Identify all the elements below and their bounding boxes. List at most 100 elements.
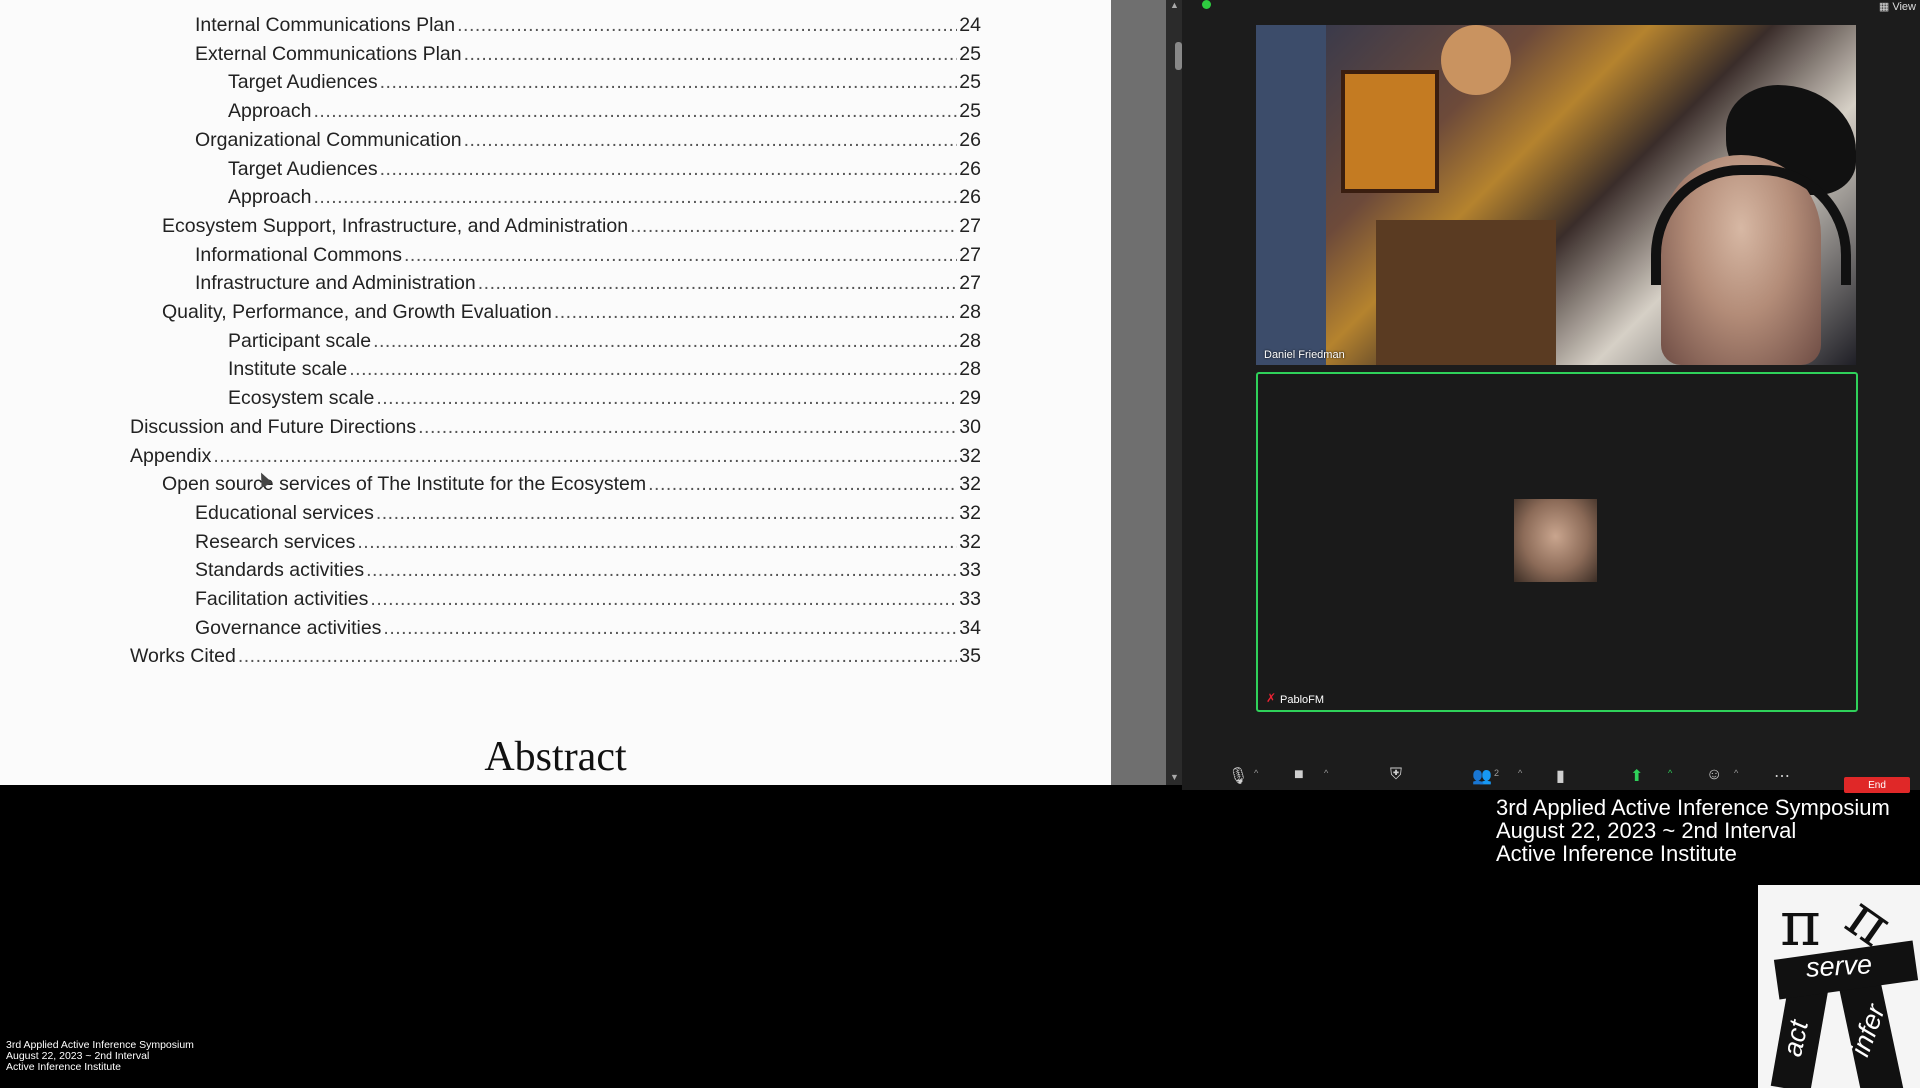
toc-dot-leader	[380, 71, 958, 94]
toc-entry-title: Ecosystem Support, Infrastructure, and A…	[162, 214, 629, 237]
toc-entry-title: Ecosystem scale	[228, 387, 375, 410]
toc-dot-leader	[349, 358, 957, 381]
toc-entry-page: 24	[959, 14, 981, 36]
toc-entry-page: 25	[959, 42, 981, 65]
poll-chart-icon[interactable]: ▮	[1556, 766, 1565, 786]
toc-entry[interactable]: Facilitation activities 33	[195, 588, 981, 616]
camera-icon[interactable]: ■	[1294, 766, 1304, 784]
toc-entry-page: 25	[959, 100, 981, 123]
chevron-up-icon[interactable]: ^	[1518, 768, 1522, 778]
video-tile-active[interactable]: ✗ PabloFM	[1256, 372, 1858, 712]
toc-entry[interactable]: Approach 25	[228, 100, 981, 128]
toc-entry[interactable]: Target Audiences 25	[228, 71, 981, 99]
participant-avatar	[1514, 499, 1597, 582]
share-screen-icon[interactable]: ⬆	[1630, 766, 1643, 786]
toc-entry[interactable]: External Communications Plan 25	[195, 43, 981, 71]
toc-entry-title: Internal Communications Plan	[195, 14, 456, 36]
toc-entry[interactable]: Approach 26	[228, 186, 981, 214]
chevron-up-icon[interactable]: ^	[1324, 768, 1328, 778]
toc-entry-page: 25	[959, 71, 981, 94]
grid-icon: ▦	[1878, 1, 1890, 13]
toc-entry-page: 33	[959, 559, 981, 582]
chevron-up-icon[interactable]: ^	[1254, 768, 1258, 778]
toc-entry-title: Informational Commons	[195, 243, 402, 266]
toc-entry[interactable]: Organizational Communication 26	[195, 129, 981, 157]
more-options-icon[interactable]: ⋯	[1774, 766, 1790, 786]
toc-entry-title: Participant scale	[228, 329, 372, 352]
toc-entry-title: Appendix	[130, 444, 212, 467]
toc-entry[interactable]: Research services 32	[195, 531, 981, 559]
toc-entry[interactable]: Discussion and Future Directions 30	[130, 416, 981, 444]
caption-line-1: 3rd Applied Active Inference Symposium	[1496, 795, 1890, 820]
toc-entry-title: Infrastructure and Administration	[195, 272, 476, 295]
toc-entry[interactable]: Participant scale 28	[228, 330, 981, 358]
toc-entry[interactable]: Informational Commons 27	[195, 244, 981, 272]
chevron-up-icon[interactable]: ^	[1668, 768, 1672, 778]
toc-entry[interactable]: Educational services 32	[195, 502, 981, 530]
view-button[interactable]: ▦ View	[1879, 0, 1916, 13]
toc-dot-leader	[373, 330, 957, 353]
security-shield-icon[interactable]: ⛨	[1390, 766, 1402, 784]
reactions-icon[interactable]: ☺	[1706, 766, 1722, 784]
video-tile-speaker[interactable]: Daniel Friedman	[1256, 25, 1856, 365]
toc-entry-page: 32	[959, 444, 981, 467]
toc-entry-title: Works Cited	[130, 645, 236, 668]
vertical-scrollbar[interactable]	[1166, 0, 1182, 785]
video-call-panel: ▦ View Daniel Friedman ✗ PabloFM 🎙 ^ ■ ^…	[1182, 0, 1920, 793]
toc-dot-leader	[383, 617, 957, 640]
toc-entry[interactable]: Quality, Performance, and Growth Evaluat…	[162, 301, 981, 329]
toc-entry-title: Facilitation activities	[195, 588, 369, 610]
security-status-icon[interactable]	[1202, 0, 1211, 9]
caption-line-3: Active Inference Institute	[1496, 841, 1737, 866]
toc-entry-page: 26	[959, 186, 981, 209]
participants-icon[interactable]: 👥	[1472, 766, 1492, 786]
toc-entry[interactable]: Standards activities 33	[195, 559, 981, 587]
toc-entry-title: External Communications Plan	[195, 42, 462, 65]
watermark-caption: 3rd Applied Active Inference Symposium A…	[6, 1040, 194, 1073]
toc-entry[interactable]: Open source services of The Institute fo…	[162, 473, 981, 501]
toc-dot-leader	[630, 215, 957, 238]
toc-dot-leader	[213, 445, 957, 468]
toc-entry[interactable]: Infrastructure and Administration 27	[195, 272, 981, 300]
toc-entry-page: 32	[959, 473, 981, 496]
abstract-heading: Abstract	[484, 734, 627, 780]
scroll-down-arrow-icon[interactable]: ▼	[1170, 772, 1179, 782]
scroll-thumb[interactable]	[1175, 42, 1182, 70]
toc-dot-leader	[380, 158, 958, 181]
participant-name: PabloFM	[1280, 694, 1325, 706]
microphone-muted-icon: ✗	[1266, 691, 1277, 705]
toc-dot-leader	[313, 100, 957, 123]
toc-entry-title: Quality, Performance, and Growth Evaluat…	[162, 301, 552, 323]
end-call-button[interactable]: End	[1844, 777, 1910, 793]
toc-entry-page: 29	[959, 387, 981, 410]
participants-count: 2	[1494, 768, 1500, 778]
microphone-icon[interactable]: 🎙	[1228, 766, 1248, 786]
institute-logo: π π serve act infer	[1758, 885, 1920, 1088]
scroll-up-arrow-icon[interactable]: ▲	[1170, 0, 1179, 10]
toc-entry-title: Target Audiences	[228, 157, 378, 180]
document-viewer[interactable]: Internal Communications Plan 24 External C…	[0, 0, 1111, 785]
toc-entry[interactable]: Internal Communications Plan 24	[195, 14, 981, 42]
toc-dot-leader	[457, 14, 957, 37]
wall-collage	[1256, 25, 1326, 365]
toc-entry-page: 26	[959, 128, 981, 151]
caption-line-2: August 22, 2023 ~ 2nd Interval	[1496, 818, 1797, 843]
toc-dot-leader	[376, 502, 957, 525]
toc-entry-page: 30	[959, 415, 981, 438]
toc-entry[interactable]: Target Audiences 26	[228, 158, 981, 186]
toc-entry[interactable]: Ecosystem scale 29	[228, 387, 981, 415]
logo-pi-glyph: π	[1780, 887, 1821, 960]
toc-entry[interactable]: Governance activities 34	[195, 617, 981, 645]
toc-dot-leader	[648, 473, 957, 496]
toc-entry[interactable]: Ecosystem Support, Infrastructure, and A…	[162, 215, 981, 243]
toc-entry[interactable]: Appendix 32	[130, 445, 981, 473]
chevron-up-icon[interactable]: ^	[1734, 768, 1738, 778]
toc-entry-title: Standards activities	[195, 559, 365, 582]
toc-entry-title: Discussion and Future Directions	[130, 415, 417, 438]
toc-entry[interactable]: Institute scale 28	[228, 358, 981, 386]
toc-entry[interactable]: Works Cited 35	[130, 645, 981, 673]
toc-entry-title: Governance activities	[195, 616, 382, 639]
toc-dot-leader	[478, 272, 958, 295]
toc-entry-title: Organizational Communication	[195, 128, 462, 151]
toc-dot-leader	[554, 301, 957, 324]
